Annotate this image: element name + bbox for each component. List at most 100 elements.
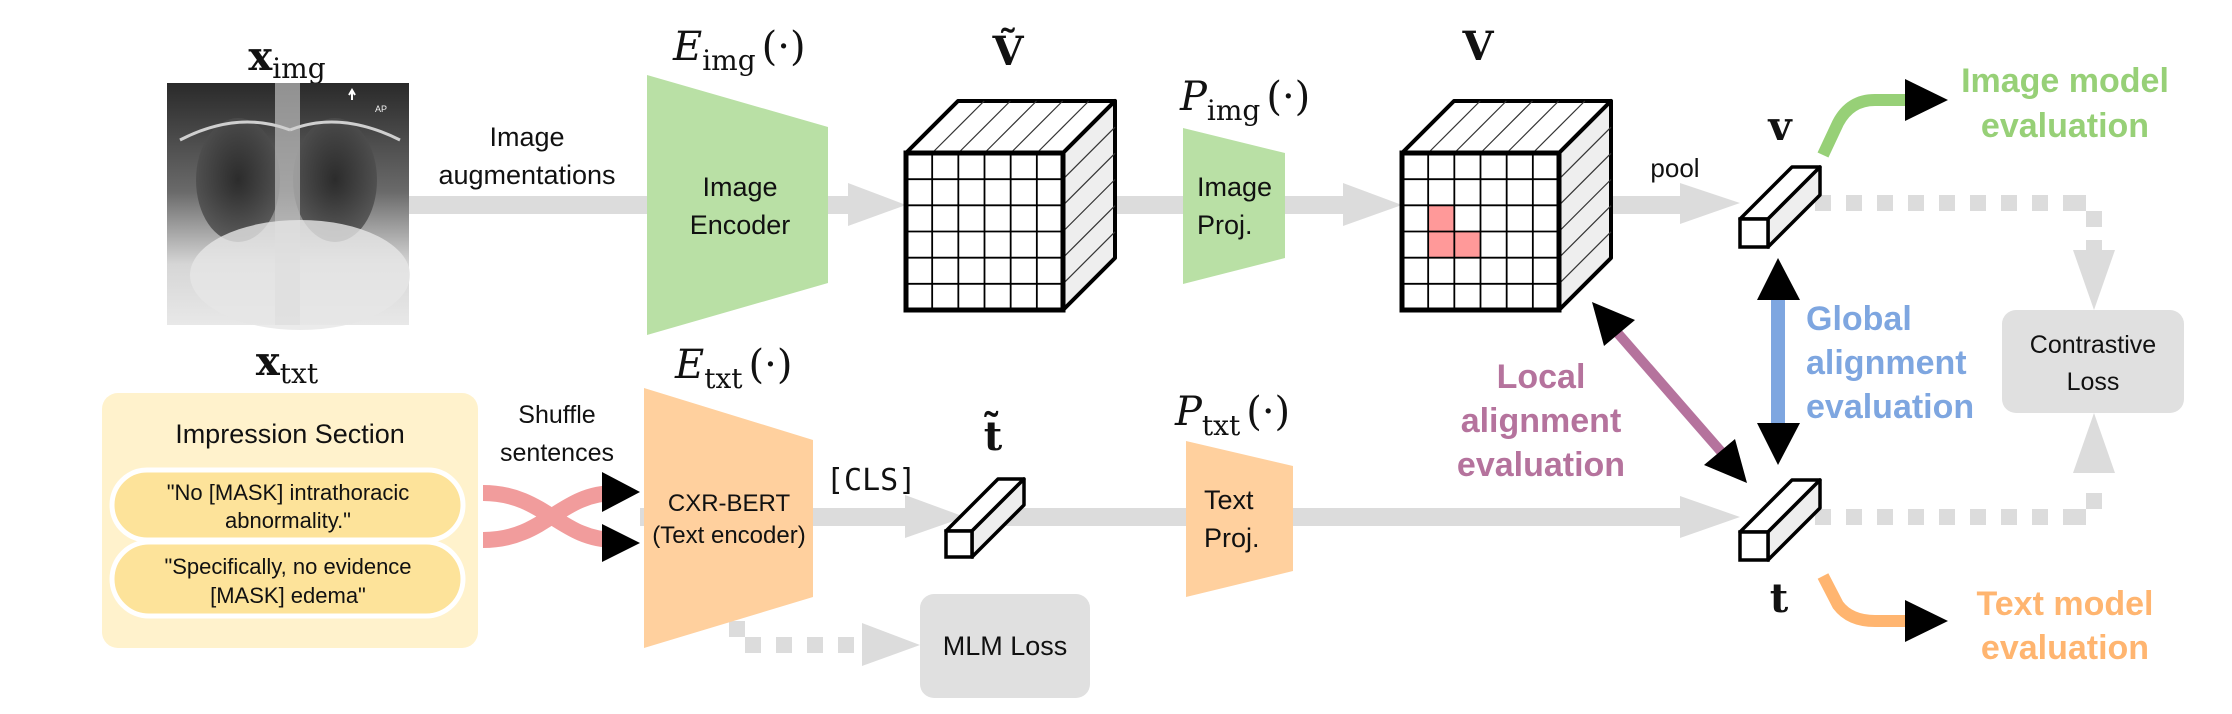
prism-front-face [1740, 532, 1768, 560]
global-arrow-head-top [1757, 258, 1800, 300]
global-alignment-arrow [1757, 258, 1800, 465]
image-encoder-block[interactable]: Image Encoder [647, 75, 828, 335]
global-alignment-label: Global alignment evaluation [1806, 300, 1974, 426]
dot-segment [2001, 195, 2017, 211]
t-tilde-label: t̃ [983, 412, 1003, 460]
svg-text:sentences: sentences [500, 439, 614, 467]
highlighted-patch [1454, 232, 1480, 258]
contrastive-loss-label-2: Loss [2067, 368, 2120, 396]
svg-text:Text model: Text model [1977, 585, 2154, 623]
text-eval-arrow-head [1905, 600, 1948, 642]
dot-segment [838, 637, 854, 653]
text-proj-math-label: Ptxt(·) [1174, 389, 1290, 442]
svg-text:t̃: t̃ [983, 412, 1003, 460]
arrow-shaft-proj-to-v [1285, 196, 1345, 214]
image-proj-label-2: Proj. [1197, 210, 1253, 240]
text-encoder-block[interactable]: CXR-BERT (Text encoder) [644, 388, 813, 648]
feature-cube-v [1402, 101, 1611, 310]
text-proj-label: Text [1204, 485, 1254, 515]
svg-text:Global: Global [1806, 300, 1912, 338]
chest-xray-image: AP [167, 83, 410, 330]
text-projection-block[interactable]: Text Proj. [1186, 441, 1293, 597]
xray-marker: AP [375, 104, 387, 114]
svg-text:Local: Local [1497, 358, 1586, 396]
global-image-embedding-v [1740, 167, 1820, 247]
image-model-eval-label: Image model evaluation [1961, 62, 2169, 145]
highlighted-patch [1428, 232, 1454, 258]
dot-segment [1877, 195, 1893, 211]
svg-text:ximg: ximg [248, 33, 325, 85]
svg-text:v: v [1767, 103, 1793, 150]
augmentations-label: Image augmentations [438, 122, 615, 190]
v-label: V [1461, 23, 1494, 70]
arrow-head-to-t [1680, 496, 1740, 538]
dot-segment [2086, 493, 2102, 509]
cls-embedding-t-tilde [946, 479, 1024, 557]
dot-segment [807, 637, 823, 653]
contrastive-loss-label: Contrastive [2030, 331, 2156, 359]
svg-text:evaluation: evaluation [1806, 388, 1974, 426]
impression-title: Impression Section [175, 419, 405, 449]
impression-section-box: Impression Section "No [MASK] intrathora… [102, 393, 478, 648]
svg-text:evaluation: evaluation [1457, 446, 1625, 484]
arrow-shaft-cube-to-proj [1114, 196, 1194, 214]
image-projection-block[interactable]: Image Proj. [1183, 128, 1285, 284]
mlm-loss-label: MLM Loss [943, 631, 1068, 661]
dotted-path-bert-to-mlm [729, 621, 854, 653]
svg-text:Pimg(·): Pimg(·) [1179, 74, 1310, 127]
dotted-path-t-to-contrastive [1815, 493, 2102, 525]
dot-segment [1970, 509, 1986, 525]
svg-text:evaluation: evaluation [1981, 629, 2149, 667]
text-encoder-math-label: Etxt(·) [674, 342, 792, 395]
arrow-shaft-t-tilde-to-proj [1000, 508, 1190, 526]
feature-cube-tilde-v [906, 101, 1115, 310]
pool-label: pool [1650, 153, 1699, 183]
arrow-shaft-proj-to-t [1293, 508, 1693, 526]
dot-segment [745, 637, 761, 653]
svg-text:Shuffle: Shuffle [518, 401, 595, 429]
arrow-head-into-contrastive-top [2073, 250, 2115, 310]
svg-text:Eimg(·): Eimg(·) [672, 24, 806, 77]
svg-text:Ṽ: Ṽ [991, 28, 1024, 75]
dot-segment [2001, 509, 2017, 525]
mlm-loss-box[interactable]: MLM Loss [920, 594, 1090, 698]
dot-segment [729, 621, 745, 637]
arrow-head-pool [1680, 183, 1740, 224]
dot-segment [1877, 509, 1893, 525]
v-vector-label: v [1767, 103, 1793, 150]
input-text-label: xtxt [256, 338, 319, 390]
svg-text:pool: pool [1650, 153, 1699, 183]
dot-segment [1846, 509, 1862, 525]
svg-text:augmentations: augmentations [438, 160, 615, 190]
sentence-pill-1: "No [MASK] intrathoracic abnormality." [112, 470, 463, 540]
svg-text:[CLS]: [CLS] [826, 463, 916, 498]
shuffle-arrow-head-1 [602, 472, 640, 512]
global-text-embedding-t [1740, 480, 1820, 560]
contrastive-loss-box[interactable]: Contrastive Loss [2002, 310, 2184, 413]
dot-segment [1939, 195, 1955, 211]
shuffle-label: Shuffle sentences [500, 401, 614, 467]
highlighted-patch [1428, 205, 1454, 231]
arrow-head-into-mlm [862, 623, 920, 666]
dot-segment [1846, 195, 1862, 211]
svg-text:Image model: Image model [1961, 62, 2169, 100]
sentence-pill-2: "Specifically, no evidence [MASK] edema" [112, 542, 463, 616]
dot-segment [2070, 509, 2086, 525]
prism-front-face [946, 531, 972, 557]
arrow-head-to-v [1343, 183, 1402, 226]
svg-text:xtxt: xtxt [256, 338, 319, 390]
svg-text:t: t [1770, 575, 1789, 622]
image-encoder-label: Image [702, 172, 777, 202]
arrow-head-to-tilde-v [848, 183, 906, 226]
local-alignment-label: Local alignment evaluation [1457, 358, 1625, 484]
shuffle-arrows [483, 472, 640, 562]
dotted-path-v-to-contrastive [1815, 195, 2102, 256]
image-model-eval-arrow [1823, 79, 1948, 155]
arrow-head-into-contrastive-bottom [2073, 413, 2115, 473]
svg-text:"No [MASK] intrathoracic: "No [MASK] intrathoracic [167, 480, 410, 505]
diagram-canvas: ximg AP Image augmentations Eimg(·) Imag… [0, 0, 2232, 714]
dot-segment [1908, 509, 1924, 525]
image-proj-math-label: Pimg(·) [1179, 74, 1310, 127]
text-proj-label-2: Proj. [1204, 523, 1260, 553]
image-encoder-label-2: Encoder [690, 210, 791, 240]
